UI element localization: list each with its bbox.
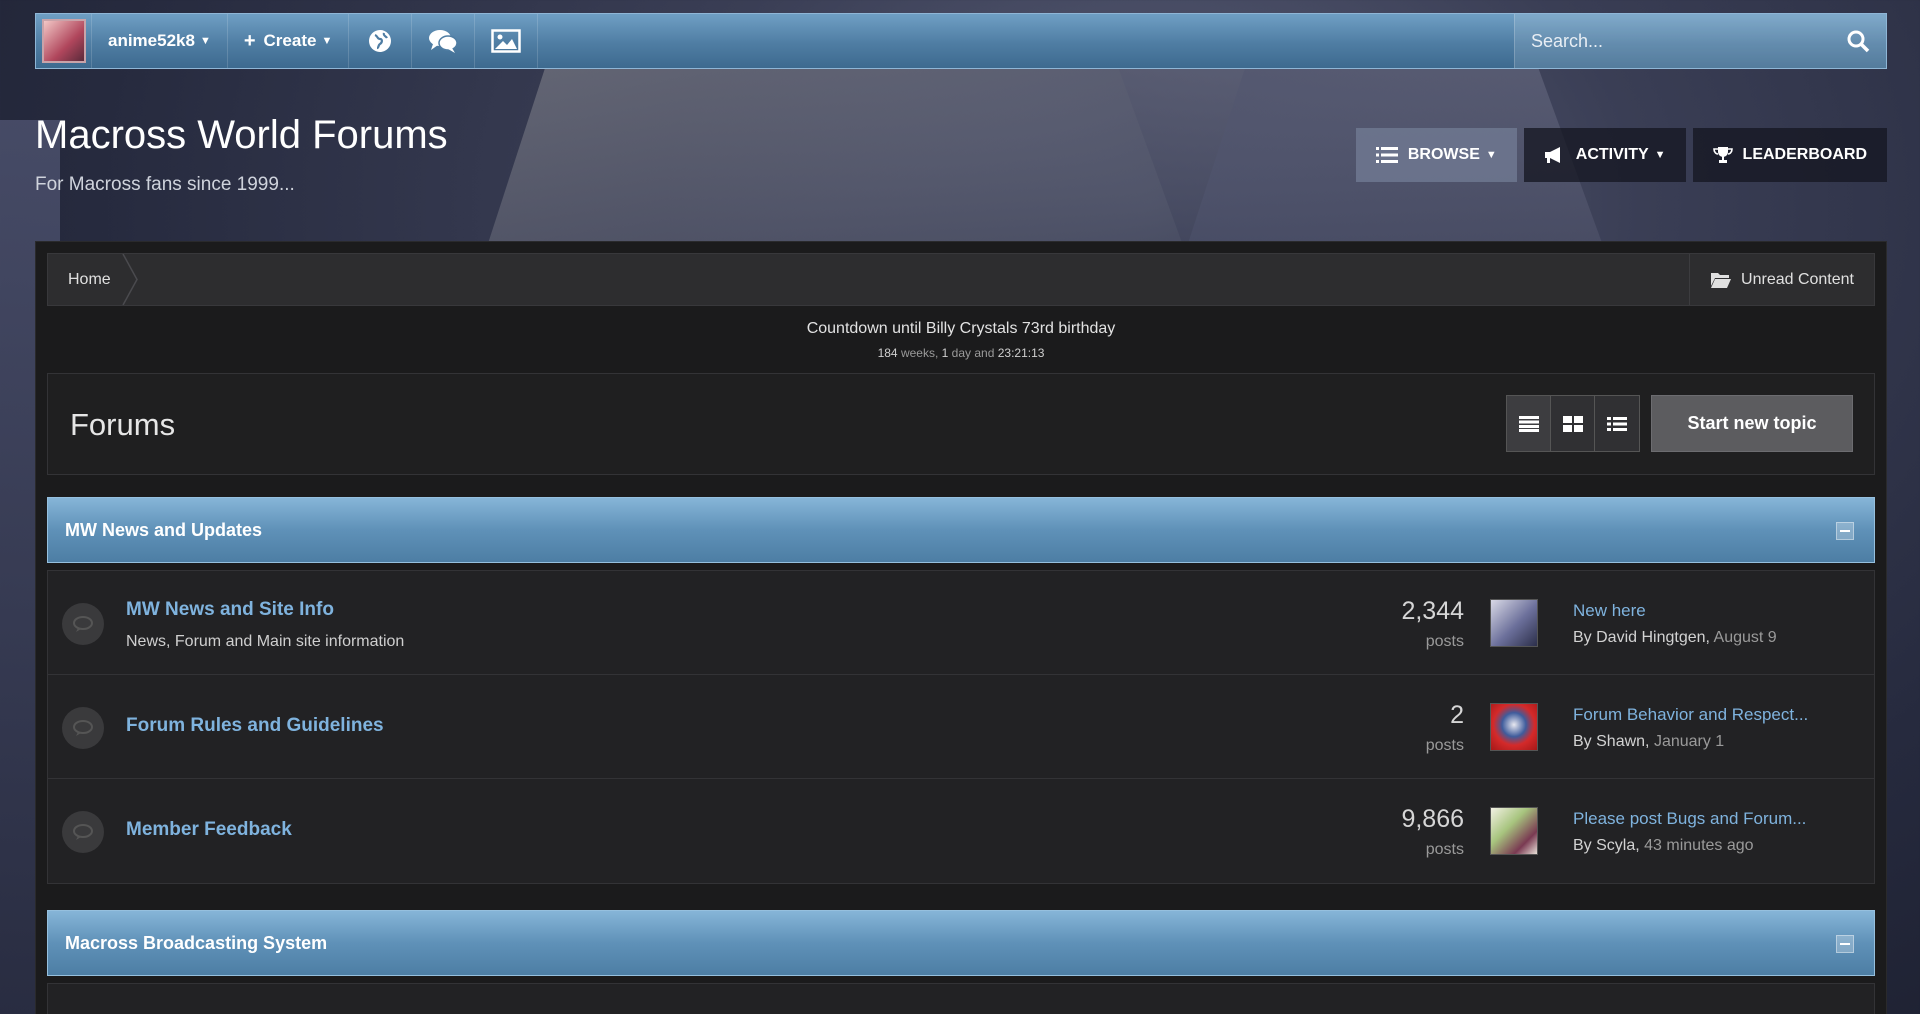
last-poster-avatar[interactable] <box>1490 599 1538 647</box>
username: anime52k8 <box>108 31 195 50</box>
breadcrumb-separator <box>122 254 138 305</box>
search-icon[interactable] <box>1846 29 1870 53</box>
countdown-days: 1 <box>941 346 949 360</box>
unread-content-label: Unread Content <box>1741 270 1854 288</box>
create-menu[interactable]: + Create ▼ <box>228 14 350 68</box>
countdown-time: 23:21:13 <box>997 346 1045 360</box>
site-subtitle: For Macross fans since 1999... <box>35 174 295 195</box>
last-post-author[interactable]: By Shawn, <box>1573 733 1649 750</box>
forums-header: Forums Start new topic <box>47 373 1875 475</box>
caret-down-icon: ▼ <box>321 35 333 47</box>
forum-row: Member Feedback 9,866 posts Please post … <box>48 779 1874 883</box>
post-count: 2,344 <box>1401 597 1464 625</box>
gallery-button[interactable] <box>475 14 539 68</box>
image-icon <box>491 29 522 53</box>
post-count-label: posts <box>1425 633 1464 650</box>
user-avatar[interactable] <box>36 14 92 68</box>
forum-description: News, Forum and Main site information <box>126 633 405 650</box>
countdown-days-label: day and <box>951 346 995 360</box>
countdown-timer: 184 weeks, 1 day and 23:21:13 <box>36 346 1886 360</box>
last-post-meta: By Scyla, 43 minutes ago <box>1573 837 1754 855</box>
post-count: 2 <box>1450 701 1464 729</box>
forum-read-icon <box>62 707 104 749</box>
page-title: Forums <box>70 407 176 442</box>
collapse-icon[interactable] <box>1836 522 1854 540</box>
view-toggle-group <box>1506 395 1640 452</box>
last-post-title[interactable]: Please post Bugs and Forum... <box>1573 809 1806 829</box>
last-post-title[interactable]: New here <box>1573 601 1646 621</box>
caret-down-icon: ▼ <box>1485 149 1497 161</box>
unread-content-link[interactable]: Unread Content <box>1689 254 1874 305</box>
last-post-meta: By Shawn, January 1 <box>1573 733 1724 751</box>
globe-button[interactable] <box>349 14 413 68</box>
countdown-weeks: 184 <box>877 346 898 360</box>
forum-row: Forum Rules and Guidelines 2 posts Forum… <box>48 675 1874 779</box>
forum-read-icon <box>62 811 104 853</box>
last-post-time: 43 minutes ago <box>1644 837 1754 854</box>
site-title[interactable]: Macross World Forums <box>35 113 448 158</box>
last-post-author[interactable]: By Scyla, <box>1573 837 1640 854</box>
last-post-title[interactable]: Forum Behavior and Respect... <box>1573 705 1808 725</box>
category-header: MW News and Updates <box>47 497 1875 563</box>
globe-icon <box>369 30 392 52</box>
countdown-title: Countdown until Billy Crystals 73rd birt… <box>806 320 1116 337</box>
trophy-icon <box>1712 147 1733 163</box>
view-list-button[interactable] <box>1595 396 1639 451</box>
messages-button[interactable] <box>412 14 476 68</box>
table-view-icon <box>1518 415 1539 432</box>
folder-open-icon <box>1711 272 1732 288</box>
collapse-icon[interactable] <box>1836 935 1854 953</box>
last-post-author[interactable]: By David Hingtgen, <box>1573 629 1710 646</box>
grid-view-icon <box>1562 415 1583 432</box>
nav-browse-label: BROWSE <box>1407 146 1480 163</box>
chat-bubbles-icon <box>429 30 459 53</box>
user-bar: anime52k8 ▼ + Create ▼ <box>35 13 1887 69</box>
forum-list: MW News and Site Info News, Forum and Ma… <box>47 570 1875 884</box>
post-count-label: posts <box>1425 841 1464 858</box>
main-nav: BROWSE ▼ ACTIVITY ▼ LEADERBOARD <box>1355 128 1887 182</box>
category-title[interactable]: MW News and Updates <box>65 520 262 541</box>
nav-leaderboard[interactable]: LEADERBOARD <box>1692 128 1887 182</box>
caret-down-icon: ▼ <box>199 35 211 47</box>
post-count: 9,866 <box>1401 805 1464 833</box>
user-menu[interactable]: anime52k8 ▼ <box>92 14 228 68</box>
search-box <box>1514 14 1886 68</box>
last-poster-avatar[interactable] <box>1490 807 1538 855</box>
avatar-image <box>41 19 86 63</box>
nav-leaderboard-label: LEADERBOARD <box>1742 146 1867 163</box>
forum-title[interactable]: Member Feedback <box>126 819 292 841</box>
megaphone-icon <box>1544 147 1560 163</box>
nav-activity[interactable]: ACTIVITY ▼ <box>1523 128 1686 182</box>
category-header: Macross Broadcasting System <box>47 910 1875 976</box>
search-input[interactable] <box>1531 30 1846 52</box>
countdown-weeks-label: weeks, <box>900 346 939 360</box>
forum-read-icon <box>62 603 104 645</box>
category-title[interactable]: Macross Broadcasting System <box>65 933 327 954</box>
last-poster-avatar[interactable] <box>1490 703 1538 751</box>
nav-browse[interactable]: BROWSE ▼ <box>1355 128 1517 182</box>
breadcrumb: Home Unread Content <box>47 253 1875 306</box>
list-view-icon <box>1607 416 1627 431</box>
start-new-topic-button[interactable]: Start new topic <box>1651 395 1853 452</box>
forum-list <box>47 983 1875 1014</box>
list-icon <box>1375 147 1398 163</box>
last-post-time: August 9 <box>1713 629 1777 646</box>
forum-row: MW News and Site Info News, Forum and Ma… <box>48 571 1874 675</box>
view-table-button[interactable] <box>1507 396 1551 451</box>
caret-down-icon: ▼ <box>1654 149 1666 161</box>
view-grid-button[interactable] <box>1551 396 1595 451</box>
main-content: Home Unread Content Countdown until Bill… <box>35 241 1887 1014</box>
forum-title[interactable]: MW News and Site Info <box>126 599 334 621</box>
plus-icon: + <box>243 29 256 52</box>
post-count-label: posts <box>1425 737 1464 754</box>
create-label: Create <box>263 31 317 50</box>
forum-title[interactable]: Forum Rules and Guidelines <box>126 715 384 737</box>
last-post-time: January 1 <box>1653 733 1725 750</box>
nav-activity-label: ACTIVITY <box>1575 146 1649 163</box>
last-post-meta: By David Hingtgen, August 9 <box>1573 629 1777 647</box>
